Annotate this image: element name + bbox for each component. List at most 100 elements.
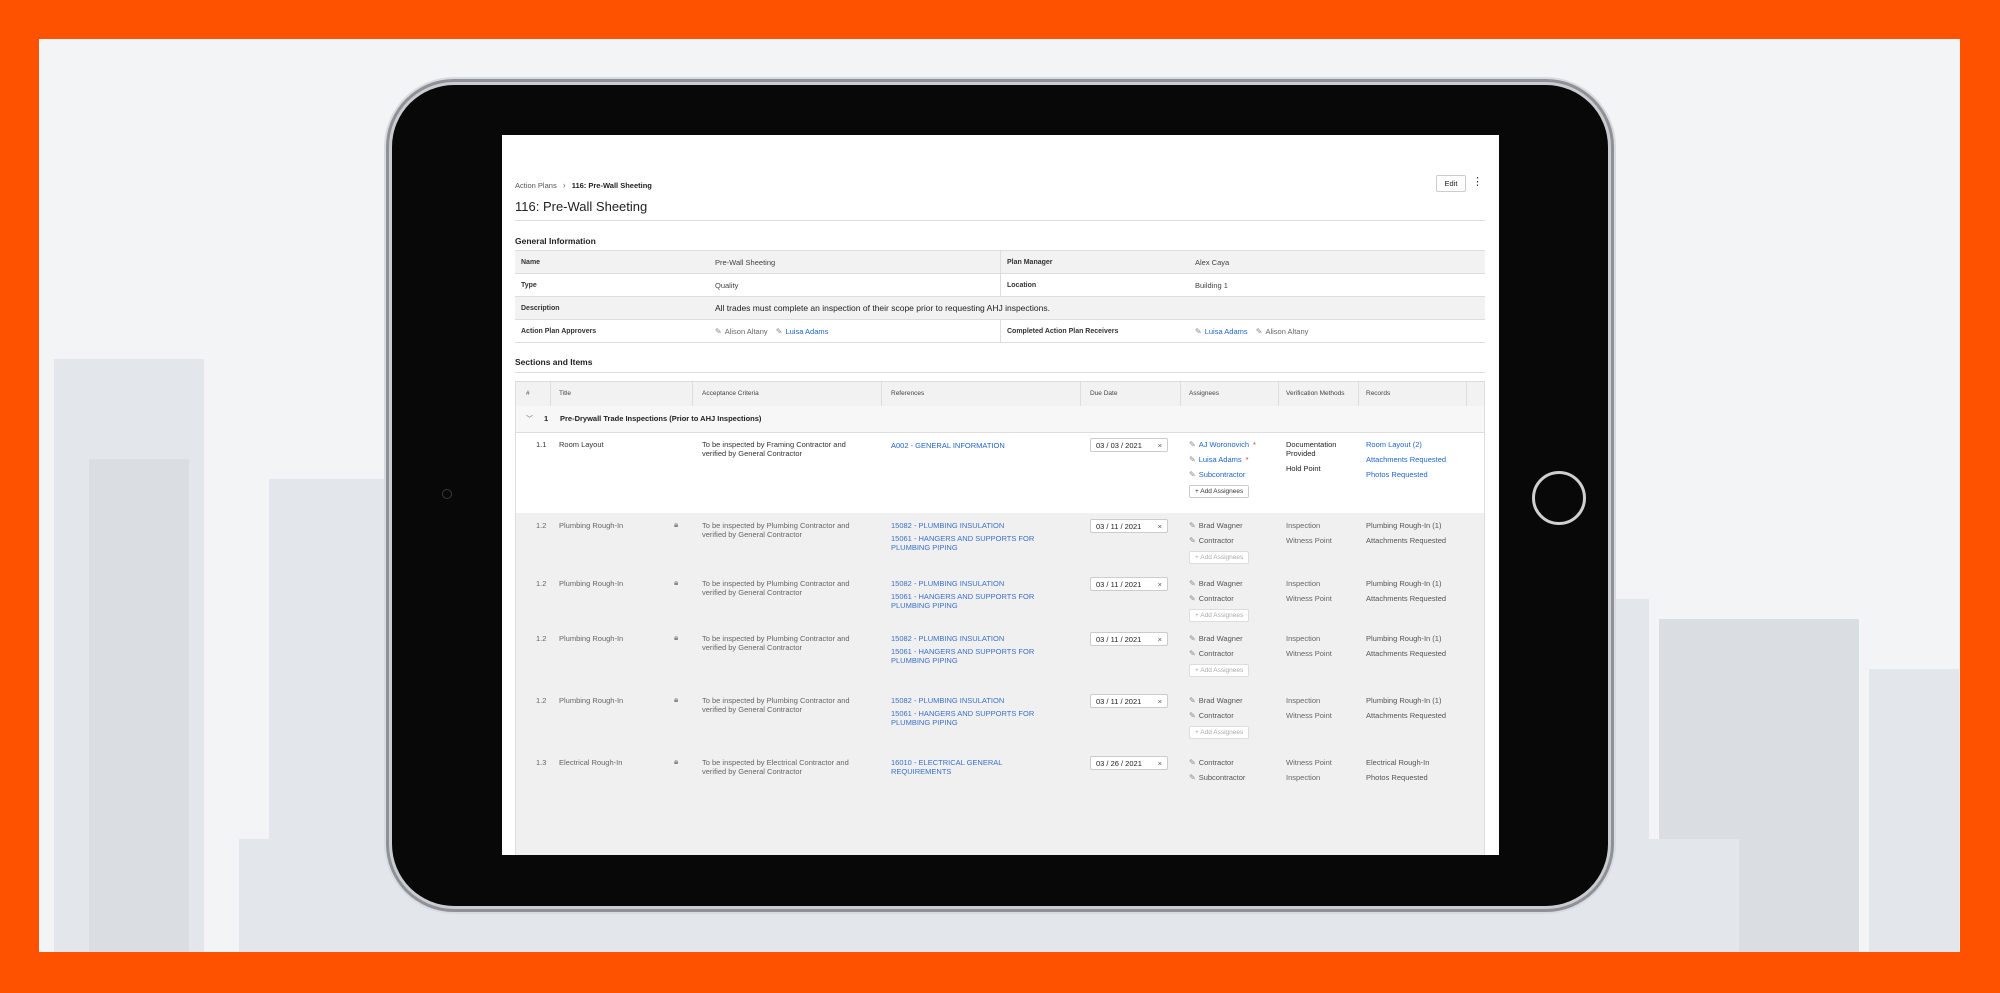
- assignee[interactable]: ✎ Brad Wagner: [1189, 634, 1279, 643]
- assignee[interactable]: ✎ Brad Wagner: [1189, 696, 1279, 705]
- assignee[interactable]: ✎ Subcontractor: [1189, 773, 1279, 782]
- app-screen: Action Plans › 116: Pre-Wall Sheeting 11…: [502, 135, 1499, 855]
- verification-method: Hold Point: [1286, 464, 1321, 473]
- acceptance-criteria: To be inspected by Electrical Contractor…: [702, 758, 849, 776]
- approver[interactable]: ✎ Luisa Adams: [776, 327, 829, 336]
- add-assignees-button[interactable]: + Add Assignees: [1189, 726, 1250, 739]
- due-date-field[interactable]: 03 / 11 / 2021 ×: [1090, 632, 1168, 646]
- record-link[interactable]: Room Layout (2): [1366, 440, 1476, 449]
- record-item: Attachments Requested: [1366, 711, 1447, 720]
- assignee[interactable]: ✎ Contractor: [1189, 536, 1279, 545]
- clear-icon[interactable]: ×: [1158, 757, 1162, 771]
- section-row[interactable]: ﹀ 1 Pre-Drywall Trade Inspections (Prior…: [516, 406, 1484, 433]
- reference-link[interactable]: 15061 - HANGERS AND SUPPORTS FOR PLUMBIN…: [891, 709, 1041, 727]
- acceptance-criteria: To be inspected by Plumbing Contractor a…: [702, 579, 850, 597]
- column-header: Acceptance Criteria: [702, 390, 759, 397]
- verification-method: Witness Point: [1286, 649, 1332, 658]
- verification-method: Witness Point: [1286, 536, 1332, 545]
- lock-icon: 🔒︎: [674, 695, 679, 704]
- column-header: Due Date: [1090, 390, 1118, 397]
- pencil-icon: ✎: [775, 326, 783, 336]
- receiver[interactable]: ✎ Luisa Adams: [1195, 327, 1248, 336]
- reference-link[interactable]: 15082 - PLUMBING INSULATION: [891, 634, 1041, 643]
- reference-link[interactable]: 16010 - ELECTRICAL GENERAL REQUIREMENTS: [891, 758, 1041, 776]
- reference-link[interactable]: 15082 - PLUMBING INSULATION: [891, 579, 1041, 588]
- acceptance-criteria: To be inspected by Plumbing Contractor a…: [702, 696, 850, 714]
- clear-icon[interactable]: ×: [1158, 439, 1162, 453]
- verification-method: Documentation Provided: [1286, 440, 1337, 458]
- assignee[interactable]: ✎ Contractor: [1189, 711, 1279, 720]
- section-number: 1: [544, 414, 549, 423]
- home-button[interactable]: [1532, 471, 1586, 525]
- add-assignees-button[interactable]: + Add Assignees: [1189, 551, 1250, 564]
- pencil-icon: ✎: [1189, 696, 1196, 705]
- sections-and-items-heading: Sections and Items: [515, 357, 593, 367]
- reference-link[interactable]: 15061 - HANGERS AND SUPPORTS FOR PLUMBIN…: [891, 647, 1041, 665]
- sections-and-items-table: # Title Acceptance Criteria References D…: [515, 381, 1485, 855]
- reference-link[interactable]: 15061 - HANGERS AND SUPPORTS FOR PLUMBIN…: [891, 534, 1041, 552]
- due-date-field[interactable]: 03 / 03 / 2021 ×: [1090, 438, 1168, 452]
- table-row[interactable]: 1.2 Plumbing Rough-In 🔒︎ To be inspected…: [516, 513, 1484, 572]
- due-date-field[interactable]: 03 / 11 / 2021 ×: [1090, 577, 1168, 591]
- pencil-icon: ✎: [1189, 634, 1196, 643]
- verification-methods: Inspection Witness Point: [1286, 579, 1356, 609]
- add-assignees-button[interactable]: + Add Assignees: [1189, 609, 1250, 622]
- required-marker: *: [1253, 440, 1256, 449]
- clear-icon[interactable]: ×: [1158, 520, 1162, 534]
- assignee[interactable]: ✎ Contractor: [1189, 758, 1279, 767]
- reference-link[interactable]: 15082 - PLUMBING INSULATION: [891, 696, 1041, 705]
- due-date-value: 03 / 26 / 2021: [1096, 759, 1142, 768]
- table-row[interactable]: 1.3 Electrical Rough-In 🔒︎ To be inspect…: [516, 750, 1484, 855]
- chevron-down-icon[interactable]: ﹀: [526, 414, 533, 424]
- due-date-field[interactable]: 03 / 11 / 2021 ×: [1090, 694, 1168, 708]
- clear-icon[interactable]: ×: [1158, 695, 1162, 709]
- reference-link[interactable]: 15082 - PLUMBING INSULATION: [891, 521, 1041, 530]
- assignee[interactable]: ✎ Luisa Adams *: [1189, 455, 1279, 464]
- pencil-icon: ✎: [1189, 711, 1196, 720]
- assignee[interactable]: ✎ Brad Wagner: [1189, 521, 1279, 530]
- record-item: Plumbing Rough-In (1): [1366, 521, 1442, 530]
- verification-method: Witness Point: [1286, 758, 1332, 767]
- pencil-icon: ✎: [1189, 579, 1196, 588]
- assignee[interactable]: ✎ Contractor: [1189, 594, 1279, 603]
- references: 15082 - PLUMBING INSULATION 15061 - HANG…: [891, 696, 1041, 731]
- clear-icon[interactable]: ×: [1158, 633, 1162, 647]
- edit-button[interactable]: Edit: [1436, 175, 1466, 192]
- assignee[interactable]: ✎ Brad Wagner: [1189, 579, 1279, 588]
- plan-manager-label: Plan Manager: [1007, 258, 1053, 266]
- lock-icon: 🔒︎: [674, 520, 679, 529]
- item-title: Plumbing Rough-In: [559, 634, 624, 643]
- approver[interactable]: ✎ Alison Altany: [715, 327, 768, 336]
- table-row[interactable]: 1.1 Room Layout To be inspected by Frami…: [516, 432, 1484, 514]
- pencil-icon: ✎: [1189, 773, 1196, 782]
- item-number: 1.2: [536, 696, 547, 705]
- due-date-field[interactable]: 03 / 26 / 2021 ×: [1090, 756, 1168, 770]
- clear-icon[interactable]: ×: [1158, 578, 1162, 592]
- due-date-field[interactable]: 03 / 11 / 2021 ×: [1090, 519, 1168, 533]
- add-assignees-button[interactable]: + Add Assignees: [1189, 485, 1250, 498]
- lock-icon: 🔒︎: [674, 578, 679, 587]
- add-assignees-button[interactable]: + Add Assignees: [1189, 664, 1250, 677]
- table-row[interactable]: 1.2 Plumbing Rough-In 🔒︎ To be inspected…: [516, 571, 1484, 627]
- assignee[interactable]: ✎ AJ Woronovich *: [1189, 440, 1279, 449]
- pencil-icon: ✎: [1189, 594, 1196, 603]
- kebab-menu-icon[interactable]: ⋮: [1472, 175, 1483, 190]
- record-item: Plumbing Rough-In (1): [1366, 634, 1442, 643]
- section-name: Pre-Drywall Trade Inspections (Prior to …: [560, 414, 762, 423]
- table-row[interactable]: 1.2 Plumbing Rough-In 🔒︎ To be inspected…: [516, 688, 1484, 751]
- assignee[interactable]: ✎ Contractor: [1189, 649, 1279, 658]
- reference-link[interactable]: 15061 - HANGERS AND SUPPORTS FOR PLUMBIN…: [891, 592, 1041, 610]
- receiver[interactable]: ✎ Alison Altany: [1256, 327, 1309, 336]
- reference-link[interactable]: A002 - GENERAL INFORMATION: [891, 441, 1041, 450]
- table-row[interactable]: 1.2 Plumbing Rough-In 🔒︎ To be inspected…: [516, 626, 1484, 689]
- location-label: Location: [1007, 281, 1037, 289]
- assignee[interactable]: ✎ Subcontractor: [1189, 470, 1279, 479]
- breadcrumb-parent-link[interactable]: Action Plans: [515, 181, 557, 190]
- required-marker: *: [1245, 455, 1249, 464]
- general-information-table: Name Pre-Wall Sheeting Plan Manager Alex…: [515, 250, 1485, 343]
- record-link[interactable]: Photos Requested: [1366, 470, 1476, 479]
- verification-methods: Inspection Witness Point: [1286, 521, 1356, 551]
- divider: [692, 382, 693, 406]
- record-link[interactable]: Attachments Requested: [1366, 455, 1476, 464]
- pencil-icon: ✎: [1189, 470, 1196, 479]
